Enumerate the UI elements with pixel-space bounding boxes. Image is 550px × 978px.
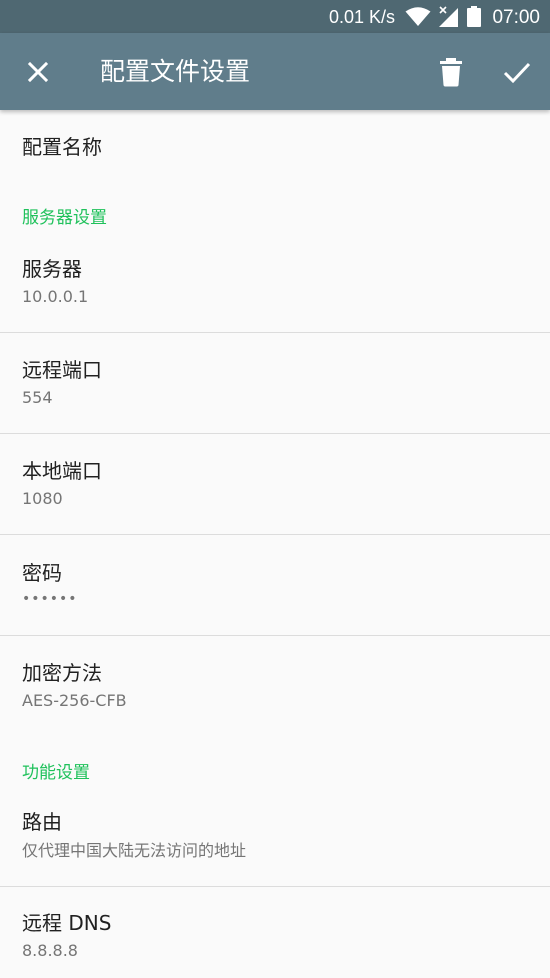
pref-encrypt-method[interactable]: 加密方法 AES-256-CFB bbox=[0, 636, 550, 736]
pref-title: 配置名称 bbox=[22, 135, 102, 159]
status-bar: 0.01 K/s 07:00 bbox=[0, 0, 550, 33]
cell-signal-icon bbox=[439, 6, 458, 27]
toolbar: 配置文件设置 bbox=[0, 33, 550, 110]
pref-local-port[interactable]: 本地端口 1080 bbox=[0, 434, 550, 534]
wifi-icon bbox=[405, 7, 431, 26]
pref-profile-name[interactable]: 配置名称 bbox=[0, 110, 550, 206]
close-icon[interactable] bbox=[24, 58, 52, 86]
pref-title: 远程端口 bbox=[22, 358, 102, 382]
pref-summary: 8.8.8.8 bbox=[22, 941, 78, 960]
pref-title: 服务器 bbox=[22, 257, 82, 281]
category-feature-settings: 功能设置 bbox=[22, 763, 90, 783]
page-title: 配置文件设置 bbox=[100, 57, 251, 86]
pref-title: 加密方法 bbox=[22, 661, 102, 685]
pref-remote-port[interactable]: 远程端口 554 bbox=[0, 333, 550, 433]
clock: 07:00 bbox=[492, 7, 540, 28]
pref-summary: 10.0.0.1 bbox=[22, 287, 89, 306]
battery-icon bbox=[467, 6, 481, 27]
check-icon[interactable] bbox=[502, 58, 532, 86]
pref-password[interactable]: 密码 •••••• bbox=[0, 535, 550, 635]
pref-title: 路由 bbox=[22, 810, 62, 834]
pref-summary: 1080 bbox=[22, 489, 63, 508]
category-server-settings: 服务器设置 bbox=[22, 208, 107, 228]
pref-title: 远程 DNS bbox=[22, 911, 112, 935]
pref-summary: •••••• bbox=[22, 591, 78, 607]
pref-title: 密码 bbox=[22, 561, 62, 585]
pref-route[interactable]: 路由 仅代理中国大陆无法访问的地址 bbox=[0, 798, 550, 886]
pref-summary: 仅代理中国大陆无法访问的地址 bbox=[22, 841, 247, 860]
pref-summary: 554 bbox=[22, 388, 53, 407]
pref-server[interactable]: 服务器 10.0.0.1 bbox=[0, 245, 550, 332]
pref-title: 本地端口 bbox=[22, 459, 102, 483]
pref-remote-dns[interactable]: 远程 DNS 8.8.8.8 bbox=[0, 887, 550, 978]
pref-summary: AES-256-CFB bbox=[22, 691, 127, 710]
network-speed: 0.01 K/s bbox=[328, 7, 395, 27]
delete-icon[interactable] bbox=[437, 57, 465, 87]
